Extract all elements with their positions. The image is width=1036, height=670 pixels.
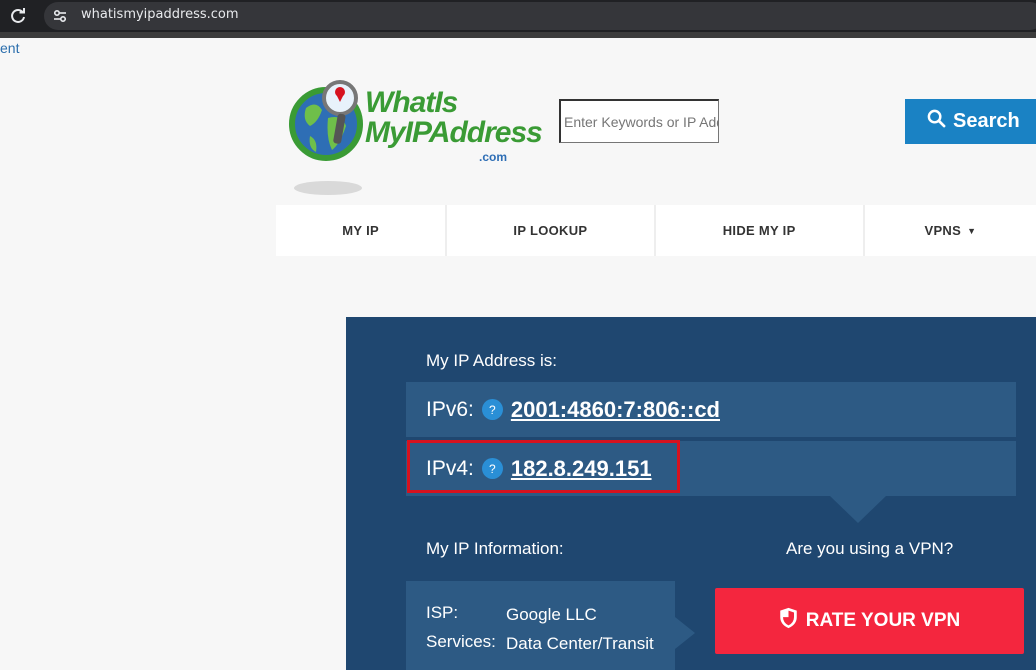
isp-value: Google LLC: [506, 605, 597, 624]
ip-panel-title: My IP Address is:: [426, 351, 558, 370]
ipv4-highlight-box: [407, 440, 680, 493]
search-button[interactable]: Search: [905, 99, 1036, 144]
ipv6-label: IPv6:: [426, 397, 474, 421]
chevron-down-icon: ▼: [967, 225, 977, 236]
vpn-question: Are you using a VPN?: [786, 539, 954, 558]
page-content: ent WhatIs MyIPAddress .com Search MY IP: [0, 38, 1036, 670]
left-link[interactable]: ent: [0, 40, 19, 56]
ipv6-value-link[interactable]: 2001:4860:7:806::cd: [511, 397, 720, 423]
ipv6-row: IPv6: ? 2001:4860:7:806::cd: [406, 382, 1016, 437]
services-label: Services:: [426, 632, 496, 651]
nav-item-vpns[interactable]: VPNS ▼: [865, 205, 1036, 256]
ip-address-panel: My IP Address is: IPv6: ? 2001:4860:7:80…: [346, 317, 1036, 670]
globe-magnifier-icon: [289, 80, 363, 195]
ip-info-box: ISP: Google LLC Services: Data Center/Tran…: [406, 581, 675, 670]
search-icon: [927, 109, 946, 134]
services-value: Data Center/Transit: [506, 634, 654, 653]
rate-your-vpn-button[interactable]: RATE YOUR VPN: [715, 588, 1024, 654]
nav-item-hide-my-ip[interactable]: HIDE MY IP: [656, 205, 865, 256]
isp-label: ISP:: [426, 603, 459, 622]
browser-toolbar: whatismyipaddress.com: [0, 0, 1036, 32]
nav-item-label: MY IP: [342, 223, 379, 238]
services-row: Services: Data Center/Transit: [426, 632, 666, 655]
reload-icon[interactable]: [8, 6, 28, 26]
ip-info-title: My IP Information:: [426, 539, 564, 558]
info-box-arrow: [675, 617, 695, 649]
isp-row: ISP: Google LLC: [426, 603, 666, 626]
search-input[interactable]: [559, 99, 719, 143]
nav-item-label: HIDE MY IP: [722, 223, 796, 238]
shield-icon: [779, 607, 798, 635]
panel-pointer: [830, 496, 886, 523]
logo-line-3: .com: [479, 150, 508, 164]
help-icon[interactable]: ?: [481, 399, 503, 420]
logo-wordmark[interactable]: WhatIs MyIPAddress .com: [365, 86, 543, 165]
url-text[interactable]: whatismyipaddress.com: [81, 7, 239, 22]
main-nav: MY IP IP LOOKUP HIDE MY IP VPNS ▼: [276, 205, 1036, 256]
search-button-label: Search: [953, 110, 1020, 132]
nav-item-label: IP LOOKUP: [513, 223, 588, 238]
tune-icon[interactable]: [52, 8, 68, 24]
nav-item-ip-lookup[interactable]: IP LOOKUP: [447, 205, 656, 256]
logo-line-1: WhatIs: [365, 86, 458, 119]
address-bar[interactable]: whatismyipaddress.com: [44, 2, 1036, 30]
nav-item-label: VPNS: [924, 223, 962, 238]
logo-line-2: MyIPAddress: [365, 116, 543, 149]
nav-item-my-ip[interactable]: MY IP: [276, 205, 448, 256]
rate-your-vpn-label: RATE YOUR VPN: [805, 610, 961, 631]
